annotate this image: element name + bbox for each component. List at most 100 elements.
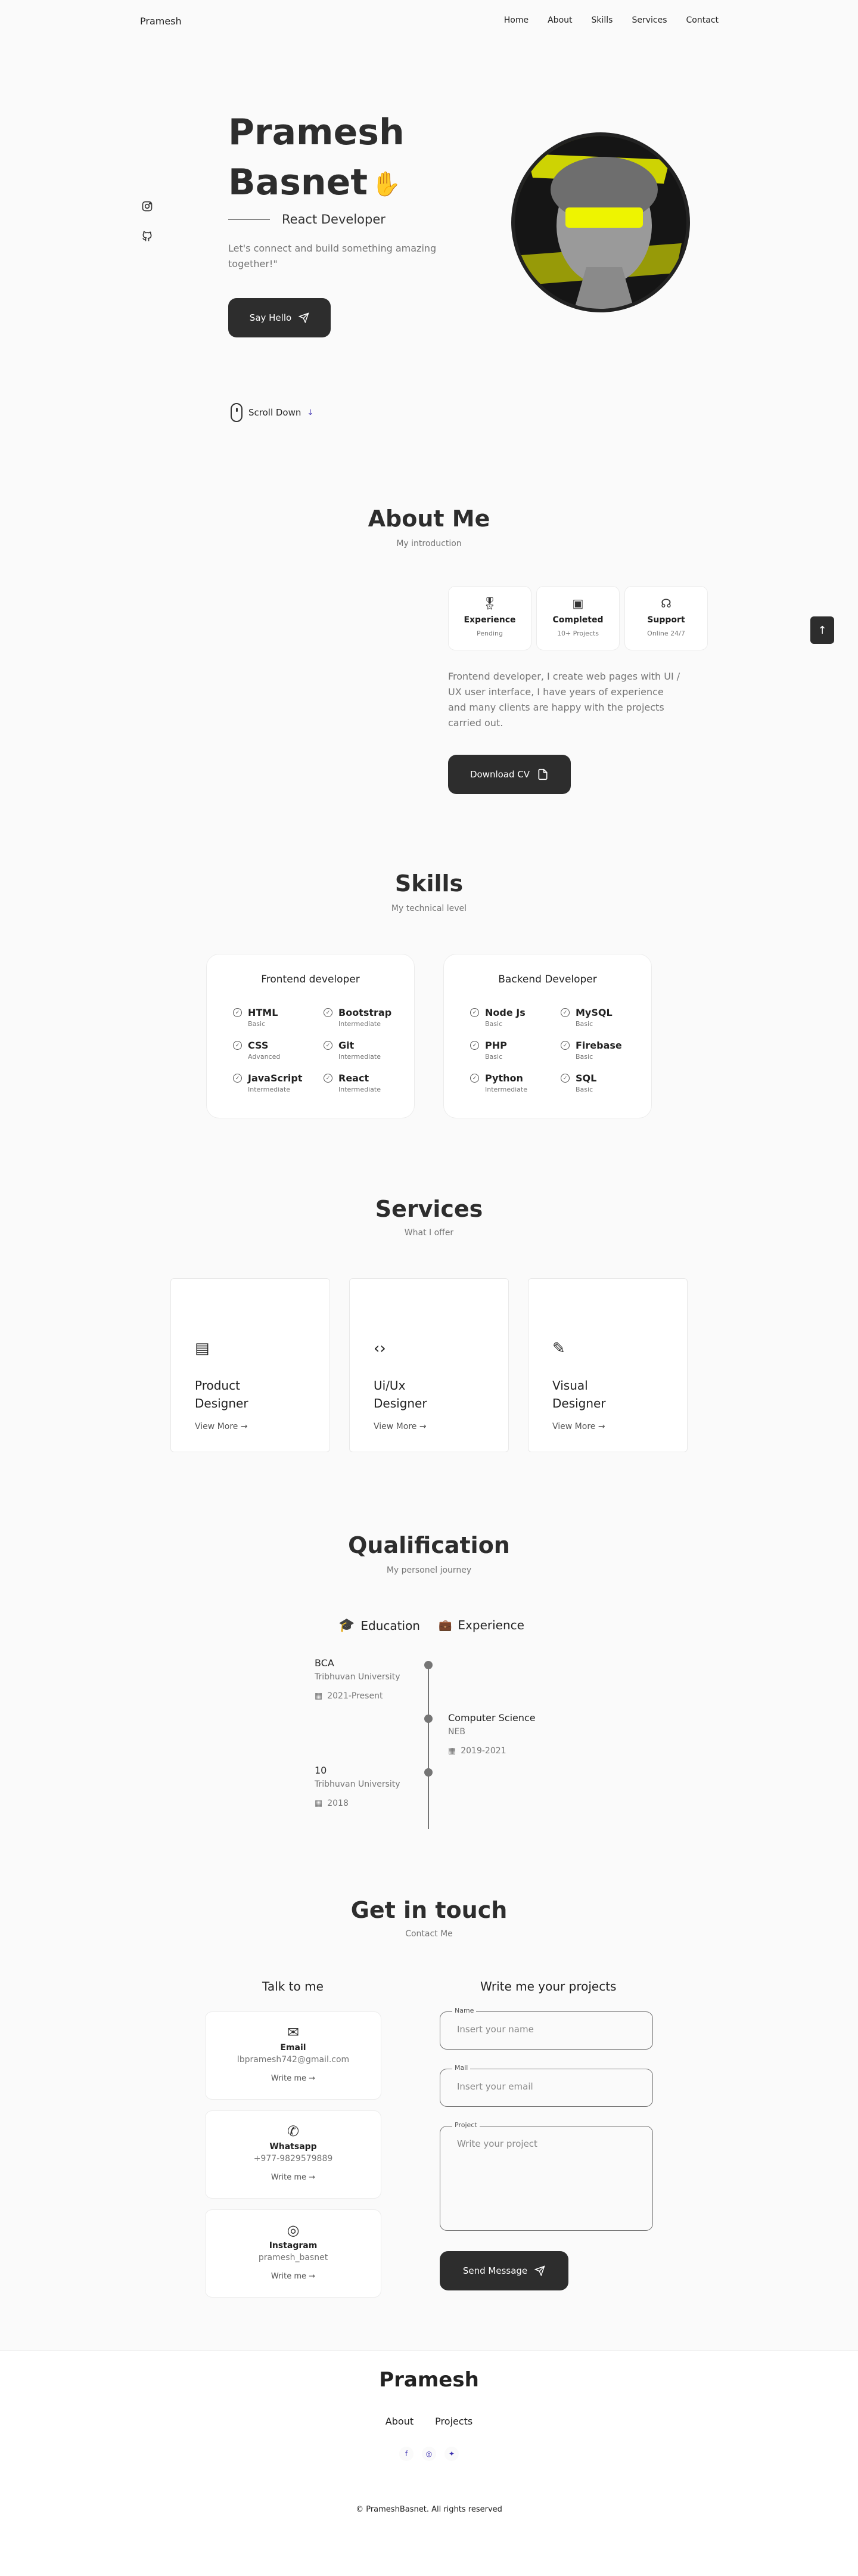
skill-name: CSS <box>248 1040 269 1051</box>
skill-level: Basic <box>576 1020 593 1028</box>
download-cv-button[interactable]: Download CV <box>448 755 571 794</box>
skill-level: Intermediate <box>248 1086 290 1093</box>
skill-item: ✓ CSS Advanced <box>233 1040 324 1061</box>
view-more-link[interactable]: View More → <box>374 1422 427 1431</box>
write-me-label: Write me <box>271 2272 307 2281</box>
skill-level: Intermediate <box>338 1086 381 1093</box>
twitter-icon[interactable]: ✦ <box>444 2447 459 2461</box>
view-more-label: View More <box>195 1422 238 1431</box>
contact-card-email: ✉ Email lbpramesh742@gmail.com Write me … <box>205 2011 381 2100</box>
logo[interactable]: Pramesh <box>140 16 182 27</box>
code-icon: ‹› <box>374 1340 386 1357</box>
tab-experience[interactable]: 💼 Experience <box>439 1618 524 1632</box>
check-icon: ✓ <box>233 1074 242 1083</box>
timeline-line <box>428 1663 429 1829</box>
check-icon: ✓ <box>561 1041 570 1050</box>
email-placeholder: Insert your email <box>457 2081 533 2092</box>
nav-services[interactable]: Services <box>632 16 667 25</box>
github-icon[interactable] <box>141 230 153 242</box>
skill-item: ✓ HTML Basic <box>233 1007 324 1028</box>
info-box-completed: ▣ Completed 10+ Projects <box>536 586 620 650</box>
write-me-link[interactable]: Write me → <box>206 2272 381 2281</box>
project-field[interactable]: Project Write your project <box>440 2121 653 2231</box>
skill-level: Advanced <box>248 1053 281 1061</box>
check-icon: ✓ <box>561 1008 570 1017</box>
skills-subtitle: My technical level <box>391 904 467 913</box>
info-sub: Pending <box>477 630 503 637</box>
say-hello-button[interactable]: Say Hello <box>228 298 331 337</box>
backend-skills-card: Backend Developer ✓ Node Js Basic ✓ MySQL Ba… <box>443 954 652 1118</box>
skill-item: ✓ Bootstrap Intermediate <box>324 1007 414 1028</box>
email-field[interactable]: Mail Insert your email <box>440 2064 653 2107</box>
name-field[interactable]: Name Insert your name <box>440 2007 653 2050</box>
instagram-icon[interactable]: ◎ <box>422 2447 436 2461</box>
service-card-visual: ✎ Visual Designer View More → <box>528 1278 688 1452</box>
talk-title: Talk to me <box>262 1979 324 1994</box>
arrow-up-icon: ↑ <box>817 624 827 637</box>
role-text: React Developer <box>282 212 386 227</box>
skill-level: Intermediate <box>485 1086 527 1093</box>
qualification-item: 10 Tribhuvan University ▦ 2018 <box>315 1765 400 1808</box>
nav-skills[interactable]: Skills <box>592 16 613 25</box>
calendar-icon: ▦ <box>315 1799 323 1808</box>
facebook-icon[interactable]: f <box>399 2447 414 2461</box>
project-label: Project <box>452 2121 480 2129</box>
check-icon: ✓ <box>561 1074 570 1083</box>
nav-home[interactable]: Home <box>504 16 529 25</box>
write-me-link[interactable]: Write me → <box>206 2074 381 2083</box>
view-more-link[interactable]: View More → <box>552 1422 605 1431</box>
tab-experience-label: Experience <box>458 1618 524 1632</box>
instagram-icon[interactable] <box>141 200 153 212</box>
services-title: Services <box>375 1196 483 1222</box>
contact-card-title: Email <box>280 2043 306 2053</box>
scroll-up-button[interactable]: ↑ <box>810 616 834 644</box>
skill-level: Basic <box>576 1053 593 1061</box>
edit-icon: ✎ <box>552 1340 565 1357</box>
calendar-icon: ▦ <box>448 1746 456 1756</box>
contact-card-title: Instagram <box>269 2241 318 2250</box>
service-title-1: Ui/Ux <box>374 1378 406 1393</box>
scroll-down-link[interactable]: Scroll Down ↓ <box>231 403 313 422</box>
skill-name: Git <box>338 1040 355 1051</box>
timeline-dot <box>424 1715 433 1723</box>
footer-social: f ◎ ✦ <box>0 2447 858 2461</box>
contact-card-value: pramesh_basnet <box>258 2253 328 2262</box>
send-message-button[interactable]: Send Message <box>440 2251 568 2290</box>
briefcase-icon: 💼 <box>439 1619 452 1632</box>
tab-education-label: Education <box>360 1618 420 1633</box>
write-me-link[interactable]: Write me → <box>206 2173 381 2182</box>
award-icon: 🎖 <box>482 596 498 610</box>
qual-date: 2021-Present <box>327 1691 383 1701</box>
skill-level: Intermediate <box>338 1020 381 1028</box>
tab-education[interactable]: 🎓 Education <box>338 1618 420 1633</box>
view-more-link[interactable]: View More → <box>195 1422 248 1431</box>
skill-item: ✓ Firebase Basic <box>561 1040 651 1061</box>
skill-name: JavaScript <box>248 1072 303 1084</box>
arrow-right-icon: → <box>309 2272 316 2281</box>
info-title: Support <box>647 615 685 625</box>
write-title: Write me your projects <box>480 1979 617 1994</box>
profile-image <box>511 132 690 312</box>
skill-level: Basic <box>248 1020 266 1028</box>
contact-card-value: +977-9829579889 <box>253 2154 333 2163</box>
calendar-icon: ▦ <box>315 1691 323 1701</box>
arrow-right-icon: → <box>240 1422 248 1431</box>
social-links <box>141 200 153 242</box>
qual-title: 10 <box>315 1765 327 1776</box>
nav-about[interactable]: About <box>548 16 572 25</box>
nav-contact[interactable]: Contact <box>686 16 719 25</box>
name-label: Name <box>452 2007 477 2014</box>
skill-level: Intermediate <box>338 1053 381 1061</box>
send-icon <box>299 312 309 323</box>
qualification-item: Computer Science NEB ▦ 2019-2021 <box>448 1712 536 1756</box>
footer-links: About Projects <box>0 2416 858 2427</box>
timeline-dot <box>424 1661 433 1669</box>
layout-icon: ▤ <box>195 1340 210 1357</box>
name-placeholder: Insert your name <box>457 2024 534 2035</box>
qualification-title: Qualification <box>348 1532 510 1558</box>
briefcase-icon: ▣ <box>572 596 584 610</box>
check-icon: ✓ <box>470 1041 479 1050</box>
footer-link-projects[interactable]: Projects <box>435 2416 472 2427</box>
statue-illustration <box>515 136 686 309</box>
footer-link-about[interactable]: About <box>386 2416 414 2427</box>
